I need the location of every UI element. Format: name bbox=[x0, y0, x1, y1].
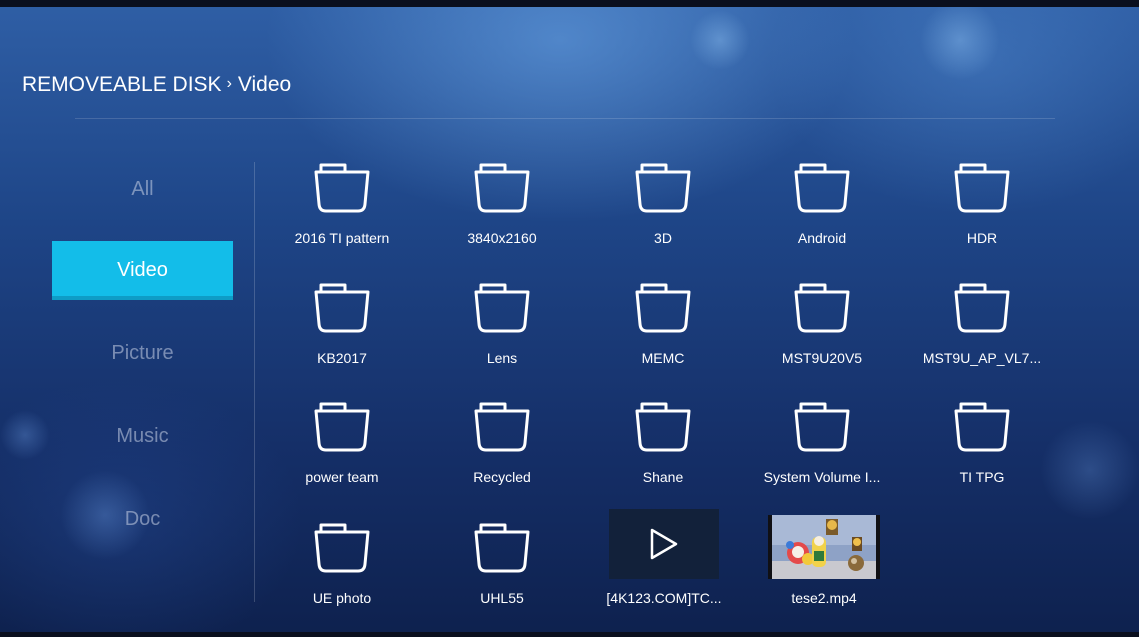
play-icon bbox=[650, 528, 678, 560]
folder-icon bbox=[474, 402, 530, 452]
file-item-folder[interactable]: MST9U_AP_VL7... bbox=[907, 281, 1057, 391]
media-browser-screen: REMOVEABLE DISK › Video All Video Picture … bbox=[0, 0, 1139, 637]
file-item-label: UE photo bbox=[312, 590, 372, 606]
folder-icon bbox=[954, 283, 1010, 333]
file-item-label: TI TPG bbox=[959, 469, 1005, 485]
file-item-label: power team bbox=[305, 469, 379, 485]
file-item-folder[interactable]: HDR bbox=[907, 161, 1057, 271]
top-edge-bar bbox=[0, 0, 1139, 7]
file-item-label: Recycled bbox=[473, 469, 531, 485]
background-bokeh bbox=[920, 0, 1000, 80]
sidebar-item-music[interactable]: Music bbox=[52, 425, 233, 448]
sidebar-item-all[interactable]: All bbox=[52, 178, 233, 201]
file-item-folder[interactable]: UHL55 bbox=[427, 521, 577, 631]
thumbnail-image bbox=[768, 515, 880, 579]
file-item-folder[interactable]: MST9U20V5 bbox=[747, 281, 897, 391]
folder-icon bbox=[474, 163, 530, 213]
folder-icon bbox=[794, 402, 850, 452]
file-item-folder[interactable]: Recycled bbox=[427, 400, 577, 510]
folder-icon bbox=[635, 402, 691, 452]
file-item-label: Lens bbox=[486, 350, 518, 366]
file-item-label: Android bbox=[797, 230, 847, 246]
bottom-edge-bar bbox=[0, 632, 1139, 637]
file-item-label: KB2017 bbox=[317, 350, 367, 366]
video-thumbnail bbox=[609, 509, 719, 579]
file-item-label: HDR bbox=[966, 230, 998, 246]
folder-icon bbox=[474, 523, 530, 573]
folder-icon bbox=[954, 402, 1010, 452]
breadcrumb-root[interactable]: REMOVEABLE DISK bbox=[22, 73, 222, 96]
background-bokeh bbox=[0, 410, 50, 460]
folder-icon bbox=[794, 163, 850, 213]
header-divider bbox=[75, 118, 1055, 119]
file-item-folder[interactable]: KB2017 bbox=[267, 281, 417, 391]
folder-icon bbox=[794, 283, 850, 333]
folder-icon bbox=[954, 163, 1010, 213]
file-item-label: MEMC bbox=[641, 350, 685, 366]
folder-icon bbox=[314, 523, 370, 573]
sidebar-item-picture[interactable]: Picture bbox=[52, 342, 233, 365]
video-thumbnail bbox=[768, 515, 880, 579]
breadcrumb-current: Video bbox=[237, 73, 292, 96]
file-item-label: MST9U_AP_VL7... bbox=[922, 350, 1042, 366]
file-item-label: System Volume I... bbox=[763, 469, 881, 485]
folder-icon bbox=[635, 163, 691, 213]
file-item-label: 3D bbox=[654, 230, 672, 246]
sidebar-item-doc[interactable]: Doc bbox=[52, 508, 233, 531]
file-item-label: MST9U20V5 bbox=[781, 350, 863, 366]
folder-icon bbox=[635, 283, 691, 333]
file-item-video[interactable]: [4K123.COM]TC... bbox=[606, 509, 722, 619]
file-item-folder[interactable]: UE photo bbox=[267, 521, 417, 631]
folder-icon bbox=[314, 402, 370, 452]
file-item-folder[interactable]: Lens bbox=[427, 281, 577, 391]
file-item-folder[interactable]: Shane bbox=[588, 400, 738, 510]
file-item-label: Shane bbox=[642, 469, 684, 485]
sidebar-item-video[interactable]: Video bbox=[52, 241, 233, 300]
folder-icon bbox=[474, 283, 530, 333]
file-item-folder[interactable]: Android bbox=[747, 161, 897, 271]
file-item-label: 3840x2160 bbox=[467, 230, 537, 246]
file-item-folder[interactable]: 2016 TI pattern bbox=[267, 161, 417, 271]
breadcrumb: REMOVEABLE DISK › Video bbox=[22, 73, 291, 97]
file-item-folder[interactable]: 3D bbox=[588, 161, 738, 271]
file-item-label: 2016 TI pattern bbox=[294, 230, 390, 246]
file-item-label: tese2.mp4 bbox=[791, 590, 857, 606]
folder-icon bbox=[314, 283, 370, 333]
file-item-folder[interactable]: power team bbox=[267, 400, 417, 510]
file-item-folder[interactable]: TI TPG bbox=[907, 400, 1057, 510]
file-item-label: [4K123.COM]TC... bbox=[606, 590, 722, 606]
file-item-folder[interactable]: System Volume I... bbox=[747, 400, 897, 510]
folder-icon bbox=[314, 163, 370, 213]
file-item-folder[interactable]: 3840x2160 bbox=[427, 161, 577, 271]
file-item-folder[interactable]: MEMC bbox=[588, 281, 738, 391]
sidebar-divider bbox=[254, 162, 255, 602]
file-item-video[interactable]: tese2.mp4 bbox=[768, 515, 880, 625]
file-item-label: UHL55 bbox=[480, 590, 524, 606]
background-bokeh bbox=[690, 10, 750, 70]
breadcrumb-separator-icon: › bbox=[226, 75, 232, 92]
